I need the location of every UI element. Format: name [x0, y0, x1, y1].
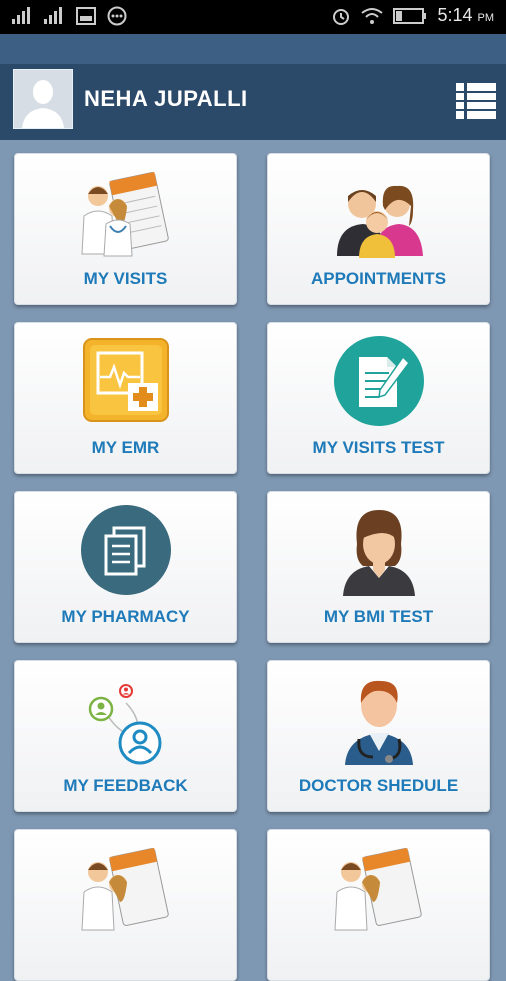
tile-label: MY VISITS — [83, 269, 168, 288]
family-icon — [329, 166, 429, 258]
user-name: NEHA JUPALLI — [84, 86, 248, 111]
documents-icon — [76, 504, 176, 596]
doctor-calendar-icon — [329, 842, 429, 934]
document-pen-icon — [329, 335, 429, 427]
tile-label: DOCTOR SHEDULE — [298, 776, 459, 795]
doctor-calendar-icon — [76, 842, 176, 934]
tile-label: APPOINTMENTS — [310, 269, 447, 288]
status-bar: 5:14 PM — [0, 0, 506, 34]
profile-header: NEHA JUPALLI — [0, 64, 506, 140]
alarm-icon — [333, 8, 350, 25]
tile-partial-left[interactable] — [14, 829, 237, 981]
tile-label: MY PHARMACY — [61, 607, 190, 626]
signal-icon — [44, 7, 62, 24]
tile-doctor-schedule[interactable]: DOCTOR SHEDULE — [267, 660, 490, 812]
tile-my-pharmacy[interactable]: MY PHARMACY — [14, 491, 237, 643]
tile-my-visits[interactable]: MY VISITS — [14, 153, 237, 305]
tile-label: MY EMR — [91, 438, 160, 457]
signal-icon — [12, 7, 30, 24]
tile-my-feedback[interactable]: MY FEEDBACK — [14, 660, 237, 812]
avatar[interactable] — [13, 69, 73, 129]
tile-partial-right[interactable] — [267, 829, 490, 981]
wifi-icon — [361, 7, 384, 24]
tile-my-emr[interactable]: MY EMR — [14, 322, 237, 474]
list-menu-icon — [456, 83, 496, 119]
tile-appointments[interactable]: APPOINTMENTS — [267, 153, 490, 305]
doctor-stethoscope-icon — [329, 673, 429, 765]
battery-icon — [393, 7, 427, 24]
tile-label: MY BMI TEST — [323, 607, 434, 626]
tile-label: MY FEEDBACK — [63, 776, 188, 795]
feedback-users-icon — [76, 673, 176, 765]
menu-button[interactable] — [456, 82, 496, 120]
action-bar-strip — [0, 34, 506, 64]
doctor-calendar-icon — [76, 166, 176, 258]
tile-my-bmi-test[interactable]: MY BMI TEST — [267, 491, 490, 643]
tile-my-visits-test[interactable]: MY VISITS TEST — [267, 322, 490, 474]
clock: 5:14 PM — [437, 5, 494, 25]
image-icon — [76, 7, 96, 25]
person-silhouette-icon — [14, 70, 72, 128]
medical-record-icon — [76, 335, 176, 427]
tile-label: MY VISITS TEST — [312, 438, 445, 457]
chat-icon — [107, 6, 127, 26]
woman-avatar-icon — [329, 504, 429, 596]
